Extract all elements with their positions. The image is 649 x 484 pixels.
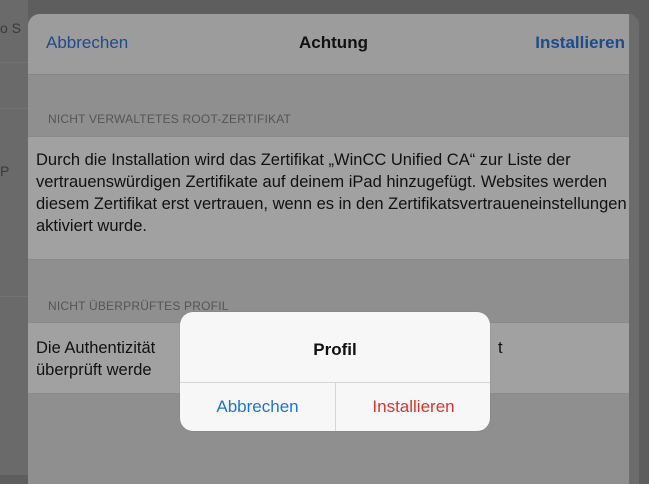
alert-title: Profil	[313, 340, 357, 359]
background-divider	[0, 62, 28, 63]
background-divider	[0, 108, 28, 109]
alert-cancel-button[interactable]: Abbrechen	[180, 383, 335, 431]
nav-title: Achtung	[299, 33, 368, 52]
nav-install-button[interactable]: Installieren	[535, 33, 625, 53]
section-card-root-certificate: Durch die Installation wird das Zertifik…	[28, 136, 639, 260]
section-header-unverified-profile: NICHT ÜBERPRÜFTES PROFIL	[48, 299, 229, 313]
section-text-unverified-fragment: t	[498, 339, 503, 357]
sheet-navbar: Abbrechen Achtung Installieren	[28, 14, 639, 75]
background-fragment-top: o S	[0, 20, 22, 36]
background-fragment-mid: P	[0, 163, 10, 179]
background-divider	[0, 296, 28, 297]
section-header-root-certificate: NICHT VERWALTETES ROOT-ZERTIFIKAT	[48, 112, 292, 126]
background-left-panel: o S P	[0, 0, 28, 475]
section-text-root-certificate: Durch die Installation wird das Zertifik…	[36, 151, 627, 235]
background-top-strip	[28, 0, 649, 14]
sheet-right-shadow	[629, 14, 639, 484]
alert-install-button[interactable]: Installieren	[336, 383, 490, 431]
profile-alert-dialog: Profil Abbrechen Installieren	[180, 312, 490, 431]
nav-cancel-button[interactable]: Abbrechen	[46, 33, 128, 53]
